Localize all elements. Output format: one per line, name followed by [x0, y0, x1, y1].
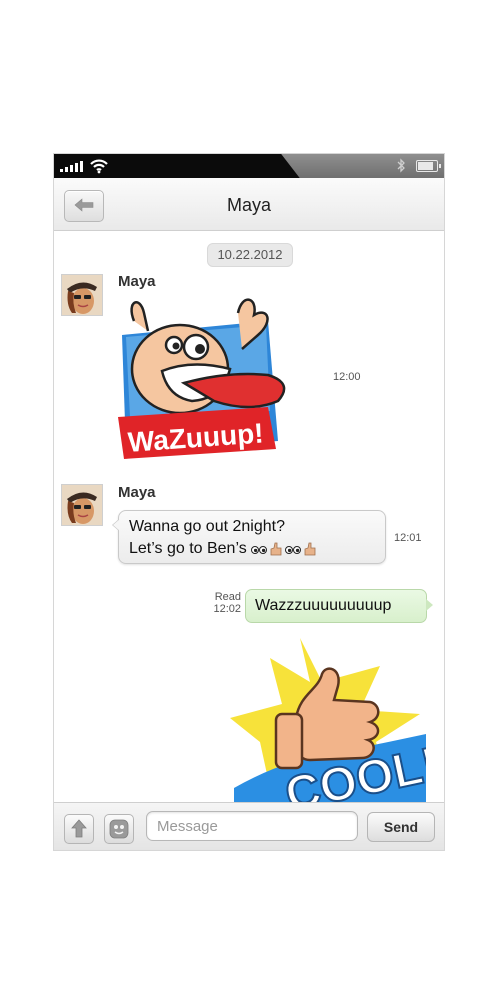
message-time: 12:01 — [394, 532, 422, 544]
phone-screen: Maya 10.22.2012 Maya WaZuuup! 12:00 Maya… — [53, 153, 445, 851]
message-line: Wanna go out 2night? — [129, 518, 285, 535]
signal-bars-icon — [60, 161, 83, 172]
wazzup-sticker[interactable]: WaZuuup! — [118, 291, 314, 469]
attach-button[interactable] — [64, 814, 94, 844]
send-button[interactable]: Send — [367, 812, 435, 842]
battery-icon — [416, 160, 441, 172]
avatar-photo — [62, 485, 102, 525]
outgoing-message-bubble[interactable]: Wazzzuuuuuuuuup — [245, 589, 433, 623]
bluetooth-icon — [397, 158, 405, 173]
message-composer: Send — [54, 802, 444, 850]
smiley-icon — [109, 819, 129, 839]
eyes-thumbsup-emoji-icon — [251, 542, 316, 556]
arrow-up-icon — [71, 819, 87, 838]
nav-bar: Maya — [54, 178, 444, 231]
sender-name: Maya — [118, 484, 156, 501]
date-divider: 10.22.2012 — [207, 243, 293, 267]
message-time: 12:00 — [333, 371, 361, 383]
read-status: Read — [214, 591, 241, 603]
message-line: Let’s go to Ben’s — [129, 540, 247, 557]
incoming-message-bubble[interactable]: Wanna go out 2night? Let’s go to Ben’s — [112, 510, 386, 564]
message-time: 12:02 — [213, 603, 241, 615]
wifi-icon — [90, 159, 108, 174]
message-input[interactable] — [146, 811, 358, 841]
message-line-with-emoji: Let’s go to Ben’s — [129, 540, 333, 558]
message-text: Wazzzuuuuuuuuup — [255, 597, 392, 614]
sender-name: Maya — [118, 273, 156, 290]
status-bar — [54, 154, 444, 178]
avatar[interactable] — [61, 484, 103, 526]
avatar[interactable] — [61, 274, 103, 316]
cool-sticker[interactable]: COOL! — [230, 638, 426, 804]
read-receipt: Read 12:02 — [209, 591, 241, 615]
emoji-button[interactable] — [104, 814, 134, 844]
page-title: Maya — [226, 195, 271, 215]
avatar-photo — [62, 275, 102, 315]
